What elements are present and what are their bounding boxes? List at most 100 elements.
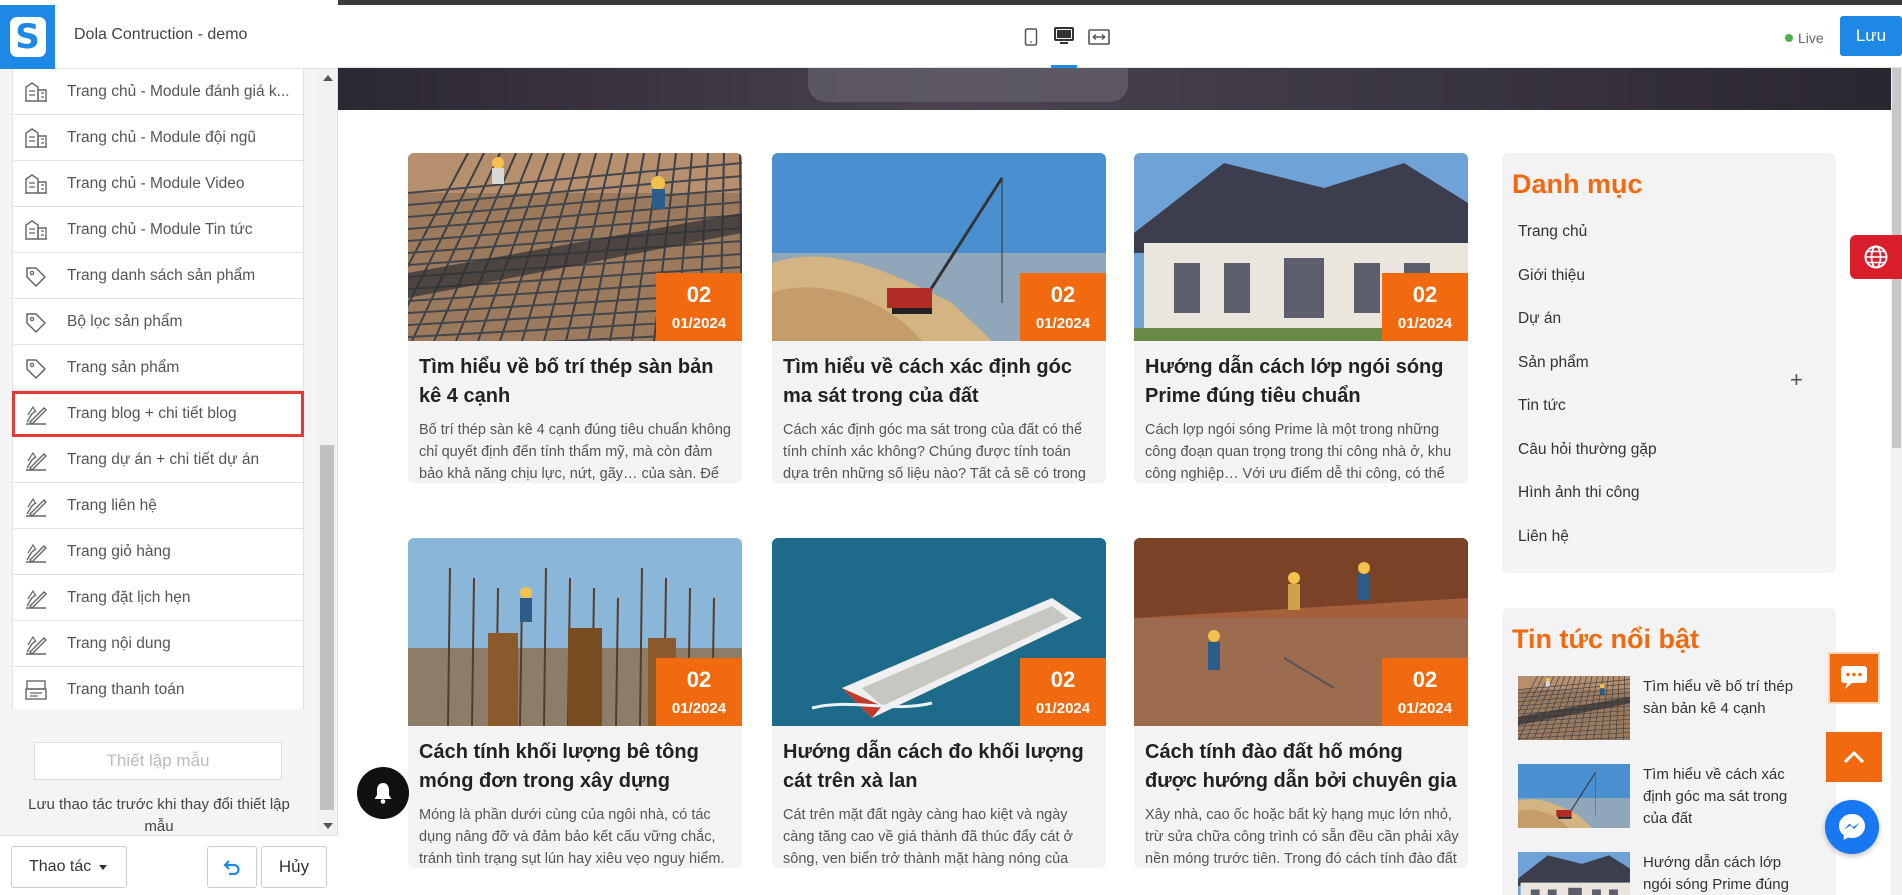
template-item[interactable]: Trang đặt lịch hẹn [12, 575, 304, 621]
template-item-label: Trang thanh toán [67, 680, 185, 698]
template-item[interactable]: Bộ lọc sản phẩm [12, 299, 304, 345]
scroll-down-arrow-icon[interactable] [323, 823, 333, 829]
blog-card[interactable]: 02 01/2024 Tìm hiểu về cách xác định góc m… [772, 153, 1106, 483]
actions-label: Thao tác [29, 858, 92, 875]
featured-news-box: Tin tức nổi bật Tìm hiểu về bố trí thép … [1502, 608, 1836, 895]
undo-button[interactable] [207, 846, 257, 888]
template-item-label: Trang liên hệ [67, 496, 157, 514]
template-list: Trang chủ - Module đánh giá k... Trang ch… [12, 69, 304, 709]
save-button[interactable]: Lưu [1840, 16, 1902, 56]
category-link[interactable]: Hình ảnh thi công [1518, 484, 1640, 502]
blog-card-title[interactable]: Tìm hiểu về cách xác định góc ma sát tro… [783, 353, 1095, 411]
messenger-button[interactable] [1825, 800, 1879, 854]
desktop-device-icon[interactable] [1051, 23, 1077, 68]
template-item[interactable]: Trang chủ - Module đội ngũ [12, 115, 304, 161]
featured-news-item[interactable]: Hướng dẫn cách lớp ngói sóng Prime đúng … [1518, 852, 1838, 895]
category-link[interactable]: Tin tức [1518, 397, 1566, 415]
expand-plus-icon[interactable]: + [1790, 367, 1803, 393]
template-item[interactable]: Trang sản phẩm [12, 345, 304, 391]
blog-card-excerpt: Cách xác định góc ma sát trong của đất c… [783, 422, 1086, 482]
featured-news-title[interactable]: Hướng dẫn cách lớp ngói sóng Prime đúng … [1643, 852, 1813, 895]
template-panel: S Dola Contruction - demo Trang chủ - Mo… [0, 0, 338, 895]
template-item-label: Trang chủ - Module đội ngũ [67, 128, 256, 146]
tag-icon [23, 263, 49, 289]
template-item-label: Trang đặt lịch hẹn [67, 588, 191, 606]
featured-news-title[interactable]: Tìm hiểu về cách xác định góc ma sát tro… [1643, 764, 1813, 830]
template-item[interactable]: Trang chủ - Module Tin tức [12, 207, 304, 253]
template-item[interactable]: Trang chủ - Module đánh giá k... [12, 69, 304, 115]
scrollbar-thumb[interactable] [320, 445, 334, 810]
panel-header: S Dola Contruction - demo [0, 0, 338, 69]
mobile-device-icon[interactable] [1018, 23, 1044, 51]
template-item[interactable]: Trang liên hệ [12, 483, 304, 529]
checkout-icon [23, 677, 49, 703]
template-item[interactable]: Trang giỏ hàng [12, 529, 304, 575]
setup-template-button[interactable]: Thiết lập mẫu [34, 742, 282, 780]
blog-card[interactable]: 02 01/2024 Cách tính đào đất hố móng được … [1134, 538, 1468, 868]
cancel-button[interactable]: Hủy [261, 846, 327, 888]
blog-card[interactable]: 02 01/2024 Hướng dẫn cách đo khối lượng cá… [772, 538, 1106, 868]
blog-date-month: 01/2024 [1397, 700, 1453, 717]
blog-card[interactable]: 02 01/2024 Tìm hiểu về bố trí thép sàn bản… [408, 153, 742, 483]
template-item[interactable]: Trang nội dung [12, 621, 304, 667]
tag-icon [23, 309, 49, 335]
live-label: Live [1798, 30, 1824, 46]
actions-dropdown[interactable]: Thao tác [11, 846, 127, 888]
featured-news-item[interactable]: Tìm hiểu về cách xác định góc ma sát tro… [1518, 764, 1838, 828]
blog-date-badge: 02 01/2024 [1020, 658, 1106, 726]
category-link[interactable]: Giới thiệu [1518, 267, 1585, 285]
blog-date-badge: 02 01/2024 [1382, 273, 1468, 341]
undo-icon [223, 860, 240, 876]
blog-date-day: 02 [1412, 667, 1438, 692]
template-item[interactable]: Trang dự án + chi tiết dự án [12, 437, 304, 483]
blog-card[interactable]: 02 01/2024 Hướng dẫn cách lớp ngói sóng Pr… [1134, 153, 1468, 483]
notification-bell-button[interactable] [357, 767, 409, 819]
template-item[interactable]: Trang danh sách sản phẩm [12, 253, 304, 299]
blog-date-month: 01/2024 [1035, 315, 1091, 332]
home-template-icon [23, 79, 49, 105]
template-item[interactable]: Trang thanh toán [12, 667, 304, 709]
featured-news-thumb[interactable] [1518, 676, 1630, 740]
category-link[interactable]: Dự án [1518, 310, 1561, 328]
contact-chat-button[interactable] [1828, 652, 1880, 704]
edit-page-icon [23, 631, 49, 657]
edit-page-icon [23, 539, 49, 565]
featured-news-heading: Tin tức nổi bật [1512, 624, 1700, 654]
template-item-label: Trang chủ - Module Video [67, 174, 245, 192]
template-item-label: Trang giỏ hàng [67, 542, 171, 560]
categories-box: Danh mục Trang chủ Giới thiệu Dự án Sản phẩ… [1502, 153, 1836, 573]
template-item-label: Trang sản phẩm [67, 358, 180, 376]
category-link[interactable]: Trang chủ [1518, 223, 1587, 241]
blog-card-title[interactable]: Hướng dẫn cách đo khối lượng cát trên xà… [783, 738, 1095, 796]
blog-card-excerpt: Bố trí thép sàn kê 4 cạnh đúng tiêu chuẩ… [419, 422, 731, 482]
language-button[interactable] [1850, 235, 1902, 279]
featured-news-title[interactable]: Tìm hiểu về bố trí thép sàn bản kê 4 cạn… [1643, 676, 1813, 720]
chevron-up-icon [1843, 750, 1865, 764]
category-link[interactable]: Liên hệ [1518, 528, 1569, 546]
app-logo[interactable]: S [0, 5, 55, 69]
preview-scrollbar[interactable] [1891, 68, 1902, 895]
fullwidth-device-icon[interactable] [1086, 23, 1112, 51]
category-link[interactable]: Sản phẩm [1518, 354, 1589, 372]
template-list-scrollbar[interactable] [318, 69, 336, 835]
featured-news-item[interactable]: Tìm hiểu về bố trí thép sàn bản kê 4 cạn… [1518, 676, 1838, 740]
blog-card[interactable]: 02 01/2024 Cách tính khối lượng bê tông mó… [408, 538, 742, 868]
featured-news-thumb[interactable] [1518, 852, 1630, 895]
back-to-top-button[interactable] [1826, 732, 1882, 782]
scroll-up-arrow-icon[interactable] [323, 75, 333, 81]
blog-card-title[interactable]: Hướng dẫn cách lớp ngói sóng Prime đúng … [1145, 353, 1457, 411]
bell-icon [374, 783, 392, 804]
template-item[interactable]: Trang chủ - Module Video [12, 161, 304, 207]
template-item-label: Trang chủ - Module đánh giá k... [67, 82, 290, 100]
blog-date-day: 02 [1050, 282, 1076, 307]
template-item[interactable]: Trang blog + chi tiết blog [12, 391, 304, 437]
blog-card-excerpt: Móng là phần dưới cùng của ngôi nhà, có … [419, 807, 725, 867]
featured-news-thumb[interactable] [1518, 764, 1630, 828]
edit-page-icon [23, 447, 49, 473]
category-link[interactable]: Câu hỏi thường gặp [1518, 441, 1657, 459]
blog-card-title[interactable]: Cách tính đào đất hố móng được hướng dẫn… [1145, 738, 1457, 796]
blog-card-title[interactable]: Tìm hiểu về bố trí thép sàn bản kê 4 cạn… [419, 353, 731, 411]
categories-heading: Danh mục [1512, 169, 1643, 199]
blog-card-title[interactable]: Cách tính khối lượng bê tông móng đơn tr… [419, 738, 731, 796]
panel-footer: Thao tác Hủy [0, 835, 338, 895]
